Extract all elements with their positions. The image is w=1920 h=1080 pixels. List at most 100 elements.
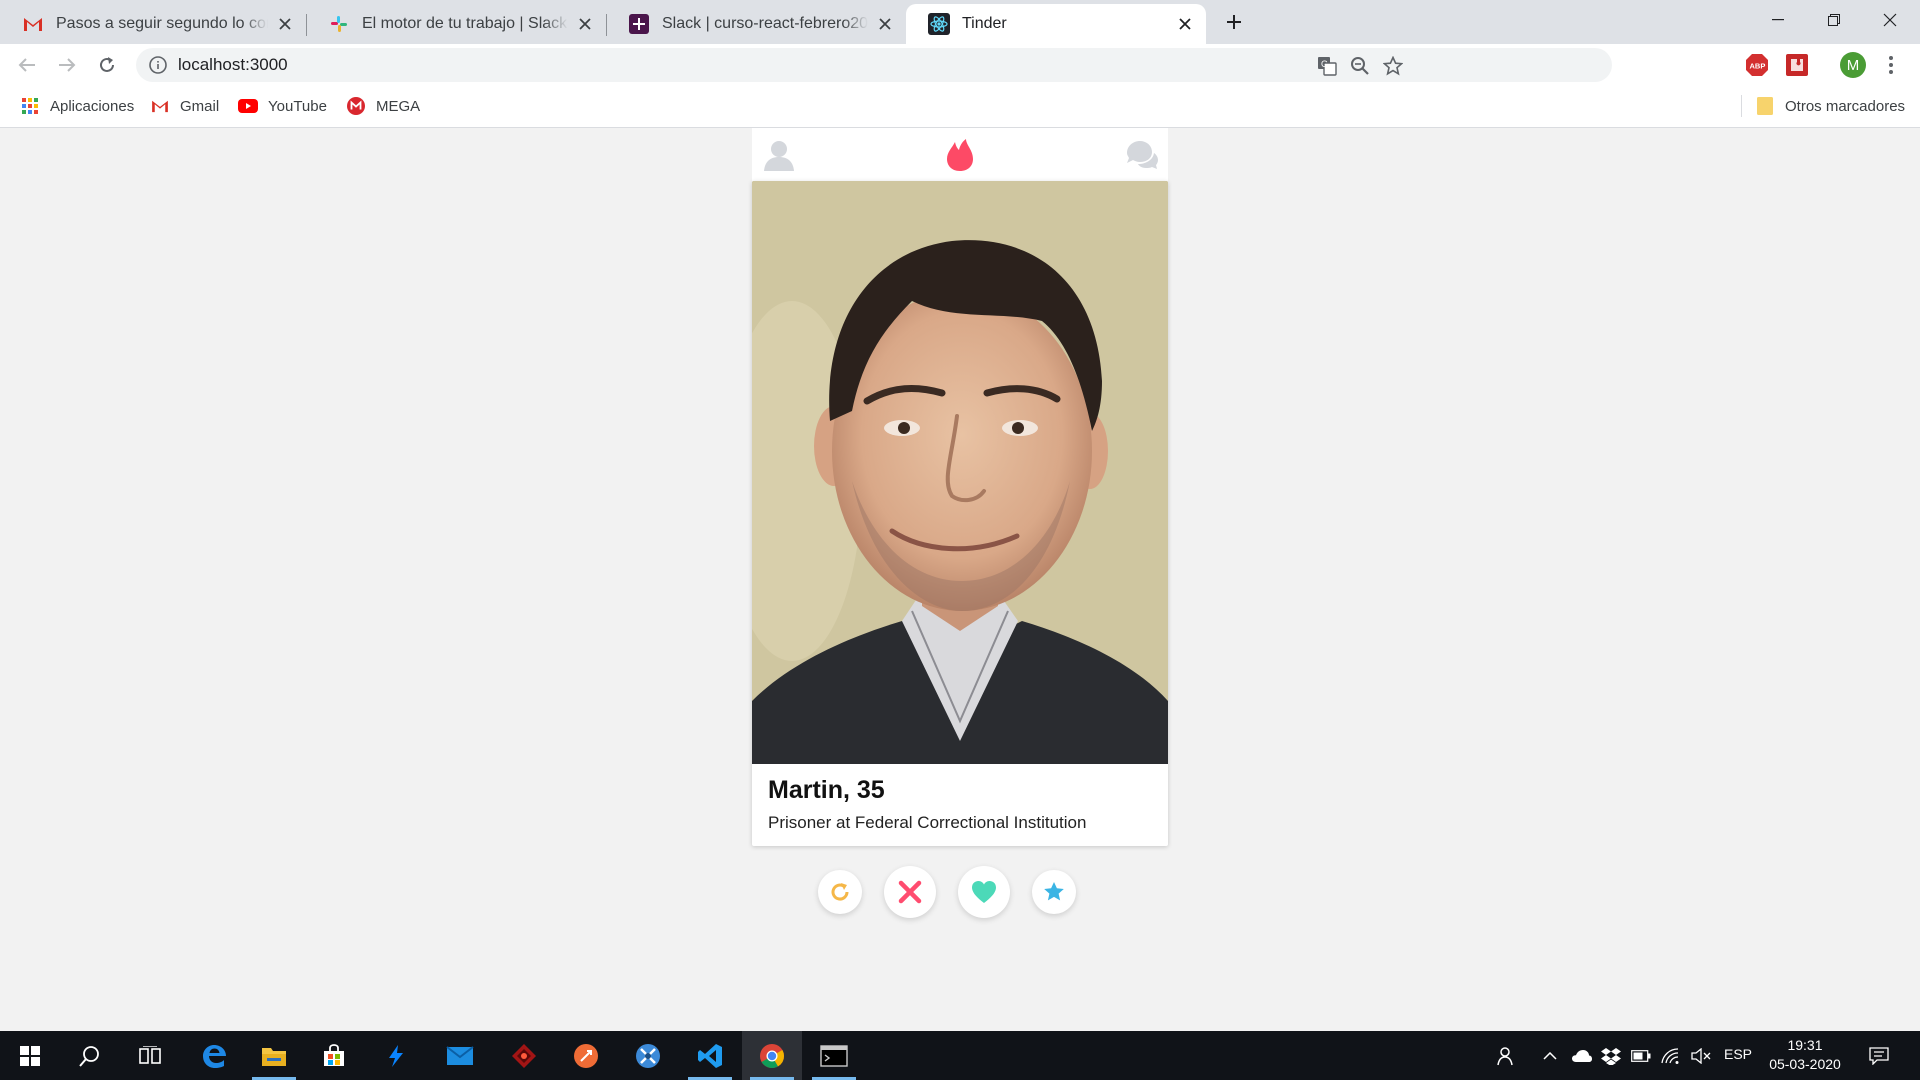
battery-tray[interactable] (1630, 1031, 1652, 1080)
minimize-button[interactable] (1750, 0, 1806, 40)
task-view-icon (139, 1045, 161, 1064)
edge-icon (203, 1044, 226, 1068)
close-icon[interactable] (274, 13, 296, 35)
taskbar-store[interactable] (304, 1031, 364, 1080)
tab-title: El motor de tu trabajo | Slack (362, 15, 568, 32)
superlike-button[interactable] (1032, 870, 1076, 914)
back-button[interactable] (10, 48, 44, 82)
taskbar-git-client[interactable] (618, 1031, 678, 1080)
tab-gmail[interactable]: Pasos a seguir segundo lo convenido (0, 4, 306, 44)
more-vertical-icon (1889, 56, 1893, 74)
wifi-icon (1661, 1047, 1679, 1064)
arrow-left-icon (18, 58, 35, 72)
wifi-tray[interactable] (1660, 1031, 1682, 1080)
profile-name: Martin, 35 (768, 776, 885, 804)
undo-button[interactable] (818, 870, 862, 914)
start-button[interactable] (0, 1031, 60, 1080)
input-language[interactable]: ESP (1724, 1046, 1752, 1062)
adblock-extension[interactable]: ABP (1744, 52, 1770, 78)
tab-slack[interactable]: El motor de tu trabajo | Slack (306, 4, 606, 44)
extension-button[interactable] (1784, 52, 1810, 78)
taskbar-postman[interactable] (556, 1031, 616, 1080)
slack-workspace-icon (628, 13, 650, 35)
bookmarks-divider (1741, 95, 1742, 117)
tinder-flame-icon[interactable] (941, 136, 979, 174)
terminal-icon (820, 1044, 848, 1067)
taskbar-game-app[interactable] (494, 1031, 554, 1080)
gmail-icon (22, 13, 44, 35)
taskbar-vscode[interactable] (680, 1031, 740, 1080)
swipe-actions (752, 864, 1168, 924)
mail-icon (446, 1045, 474, 1065)
windows-icon (20, 1045, 40, 1066)
new-tab-button[interactable] (1220, 8, 1248, 36)
taskbar-chrome[interactable] (742, 1031, 802, 1080)
close-icon (1883, 13, 1897, 27)
reload-button[interactable] (90, 48, 124, 82)
puzzle-extension-icon (1786, 54, 1808, 76)
minimize-icon (1772, 19, 1784, 21)
bookmarks-bar: Aplicaciones Gmail YouTube MEGA Otros ma… (0, 85, 1920, 128)
cloud-icon (1572, 1049, 1592, 1062)
bookmark-apps[interactable]: Aplicaciones (20, 95, 134, 117)
taskbar-terminal[interactable] (804, 1031, 864, 1080)
taskbar-edge[interactable] (184, 1031, 244, 1080)
mega-icon (346, 96, 366, 116)
address-bar[interactable]: localhost:3000 G (136, 48, 1612, 82)
taskbar-mail[interactable] (430, 1031, 490, 1080)
tab-tinder[interactable]: Tinder (906, 4, 1206, 44)
person-icon[interactable] (760, 136, 798, 174)
search-button[interactable] (60, 1031, 120, 1080)
reload-icon (100, 57, 114, 72)
close-icon[interactable] (874, 13, 896, 35)
tab-slack-workspace[interactable]: Slack | curso-react-febrero2020 | (606, 4, 906, 44)
chrome-icon (760, 1043, 784, 1068)
restore-button[interactable] (1806, 0, 1862, 40)
close-icon (898, 880, 922, 904)
star-outline-icon (1383, 56, 1403, 76)
browser-menu-button[interactable] (1878, 52, 1904, 78)
refresh-icon (831, 883, 849, 901)
task-view-button[interactable] (120, 1031, 180, 1080)
bookmark-label: Otros marcadores (1785, 97, 1906, 115)
bookmark-youtube[interactable]: YouTube (238, 95, 327, 117)
bookmark-label: MEGA (376, 97, 421, 115)
bookmark-star-button[interactable] (1382, 55, 1404, 77)
show-hidden-icons-button[interactable] (1540, 1031, 1560, 1080)
action-center-button[interactable] (1864, 1031, 1894, 1080)
profile-card[interactable]: Martin, 35 Prisoner at Federal Correctio… (752, 181, 1168, 846)
like-button[interactable] (958, 866, 1010, 918)
zoom-button[interactable] (1349, 55, 1371, 77)
taskbar-file-explorer[interactable] (244, 1031, 304, 1080)
chevron-up-icon (1543, 1051, 1557, 1060)
slack-icon (328, 13, 350, 35)
chat-icon[interactable] (1122, 136, 1160, 174)
search-icon (79, 1045, 99, 1067)
bookmark-gmail[interactable]: Gmail (150, 95, 219, 117)
close-icon[interactable] (574, 13, 596, 35)
clock[interactable]: 19:31 05-03-2020 (1760, 1036, 1850, 1074)
profile-photo (752, 181, 1168, 764)
taskbar-powershell[interactable] (366, 1031, 426, 1080)
nope-button[interactable] (884, 866, 936, 918)
zoom-icon (1351, 57, 1369, 75)
folder-icon (262, 1047, 286, 1066)
tab-title: Slack | curso-react-febrero2020 | (662, 15, 868, 32)
bookmark-other[interactable]: Otros marcadores (1755, 95, 1905, 117)
onedrive-tray[interactable] (1570, 1031, 1594, 1080)
browser-toolbar: localhost:3000 G ABP M (0, 44, 1920, 85)
profile-avatar[interactable]: M (1840, 52, 1866, 78)
dropbox-tray[interactable] (1600, 1031, 1622, 1080)
bookmark-label: YouTube (268, 97, 327, 115)
bookmark-mega[interactable]: MEGA (346, 95, 420, 117)
people-icon (1497, 1046, 1513, 1065)
battery-icon (1631, 1049, 1651, 1062)
close-window-button[interactable] (1862, 0, 1918, 40)
forward-button[interactable] (50, 48, 84, 82)
arrow-right-icon (59, 58, 76, 72)
close-icon[interactable] (1174, 13, 1196, 35)
folder-icon (1755, 96, 1775, 116)
volume-tray[interactable] (1690, 1031, 1712, 1080)
people-button[interactable] (1494, 1031, 1520, 1080)
translate-button[interactable]: G (1316, 55, 1338, 77)
